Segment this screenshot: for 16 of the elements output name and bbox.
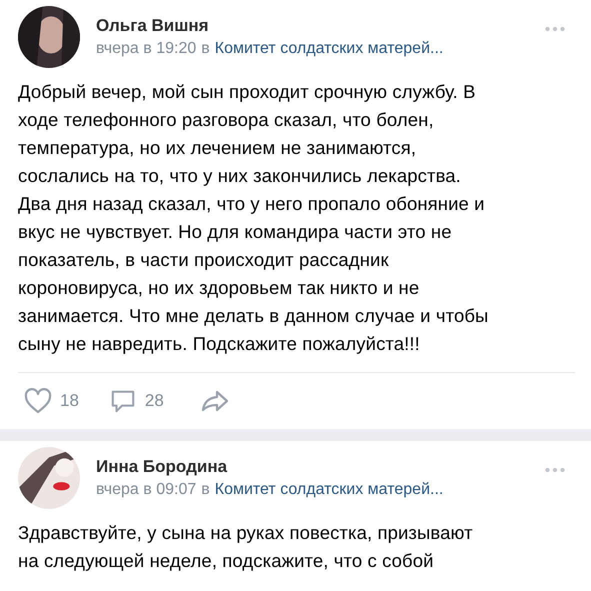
post-text: Здравствуйте, у сына на руках повестка, призывают на следующей неделе, подскажите, что с собой bbox=[18, 521, 474, 573]
more-icon[interactable] bbox=[545, 467, 565, 473]
post-time: вчера в 19:20 bbox=[96, 40, 196, 58]
group-link[interactable]: Комитет солдатских матерей... bbox=[214, 481, 444, 499]
author-name[interactable]: Ольга Вишня bbox=[96, 16, 209, 36]
more-icon[interactable] bbox=[545, 26, 565, 32]
in-label: в bbox=[201, 40, 210, 58]
post-time: вчера в 09:07 bbox=[96, 481, 196, 499]
comment-count: 28 bbox=[144, 391, 164, 411]
post-text: Добрый вечер, мой сын проходит срочную службу. В ходе телефонного разговора сказал, что болен, температура, но их лечением не занимаются, сослались на то, что у них закончились лекарства. Два дня назад сказал, что у него пропало обоняние и вкус не чувствует. Но для командира части это не показатель, в части происходит рассадник короновируса, но их здоровьем так никто и не занимается. Что мне делать в данном случае и чтобы сыну не навредить. Подскажите пожалуйста!!! bbox=[18, 80, 490, 356]
author-name[interactable]: Инна Бородина bbox=[96, 457, 228, 477]
share-icon[interactable] bbox=[200, 389, 230, 413]
heart-icon[interactable] bbox=[24, 388, 52, 414]
in-label: в bbox=[201, 481, 210, 499]
like-count: 18 bbox=[60, 391, 79, 411]
group-link[interactable]: Комитет солдатских матерей... bbox=[214, 40, 444, 58]
